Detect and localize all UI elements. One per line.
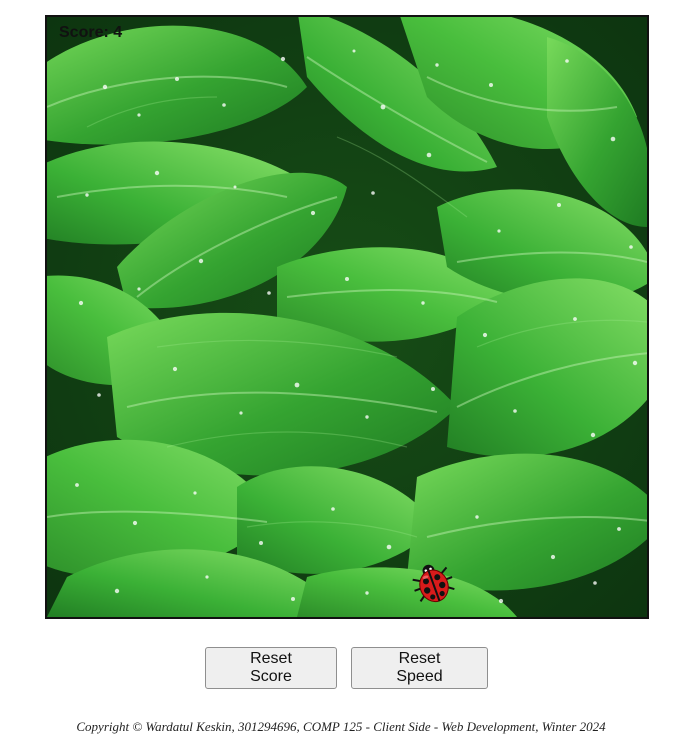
controls-bar: Reset Score Reset Speed [205,647,488,689]
score-label: Score: 4 [59,24,123,41]
reset-score-button[interactable]: Reset Score [205,647,337,689]
reset-speed-button[interactable]: Reset Speed [351,647,488,689]
copyright-footer: Copyright © Wardatul Keskin, 301294696, … [76,719,606,734]
game-canvas[interactable]: Score: 4 [45,15,649,619]
ladybug-icon[interactable] [409,559,457,607]
leaf-background [47,17,647,617]
